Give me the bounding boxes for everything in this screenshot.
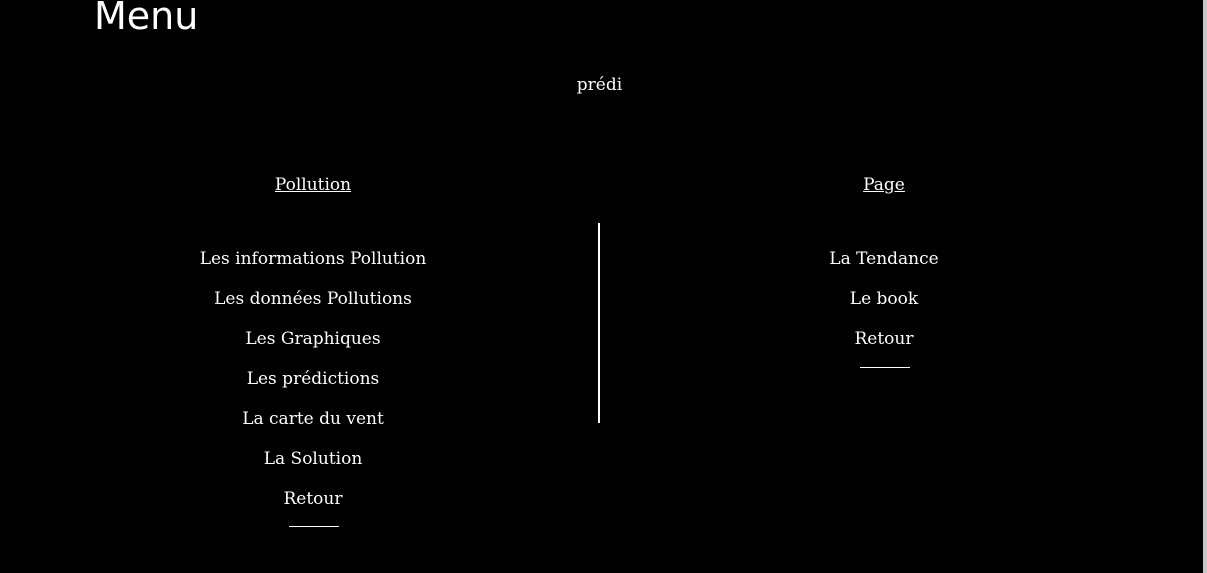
pollution-heading-link[interactable]: Pollution xyxy=(213,174,413,196)
menu-link-book[interactable]: Le book xyxy=(734,288,1034,328)
menu-page: Menu prédi Pollution Page Les informatio… xyxy=(0,0,1203,573)
page-subtitle: prédi xyxy=(576,75,623,95)
menu-link-solution[interactable]: La Solution xyxy=(163,448,463,488)
menu-link-donnees-pollutions[interactable]: Les données Pollutions xyxy=(163,288,463,328)
retour-underline-right xyxy=(860,367,910,368)
page-heading-link[interactable]: Page xyxy=(784,174,984,196)
window-edge xyxy=(1203,0,1207,573)
menu-link-retour-left[interactable]: Retour xyxy=(163,488,463,528)
menu-link-predictions[interactable]: Les prédictions xyxy=(163,368,463,408)
menu-link-carte-du-vent[interactable]: La carte du vent xyxy=(163,408,463,448)
page-menu-list: La Tendance Le book Retour xyxy=(734,248,1034,368)
menu-link-graphiques[interactable]: Les Graphiques xyxy=(163,328,463,368)
pollution-menu-list: Les informations Pollution Les données P… xyxy=(163,248,463,528)
page-title: Menu xyxy=(94,0,199,38)
menu-link-retour-right[interactable]: Retour xyxy=(734,328,1034,368)
menu-link-tendance[interactable]: La Tendance xyxy=(734,248,1034,288)
retour-underline-left xyxy=(289,526,339,527)
column-divider xyxy=(598,223,600,423)
menu-link-informations-pollution[interactable]: Les informations Pollution xyxy=(163,248,463,288)
